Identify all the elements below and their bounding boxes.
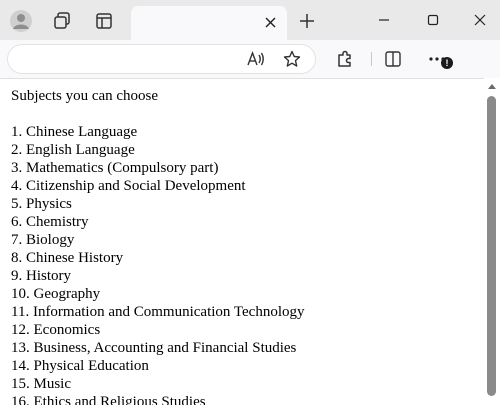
subject-item: 5. Physics <box>11 196 72 212</box>
page-content: Subjects you can choose 1. Chinese Langu… <box>0 78 500 405</box>
tab-actions-icon[interactable] <box>91 8 117 34</box>
maximize-icon[interactable] <box>421 9 445 31</box>
subject-item: 1. Chinese Language <box>11 124 138 140</box>
profile-avatar-icon[interactable] <box>8 8 34 34</box>
address-input[interactable] <box>20 51 230 69</box>
minimize-icon[interactable] <box>372 9 396 31</box>
subject-item: 2. English Language <box>11 142 135 158</box>
subject-item: 6. Chemistry <box>11 214 89 230</box>
new-tab-plus-icon[interactable] <box>296 10 318 32</box>
document: Subjects you can choose 1. Chinese Langu… <box>11 87 304 405</box>
collections-icon[interactable] <box>49 8 75 34</box>
scrollbar-thumb[interactable] <box>487 96 496 396</box>
browser-toolbar <box>0 40 500 78</box>
subject-item: 7. Biology <box>11 232 75 248</box>
extensions-icon[interactable] <box>333 47 357 71</box>
page-heading: Subjects you can choose <box>11 88 159 104</box>
notification-badge: ! <box>441 57 453 69</box>
subject-item: 3. Mathematics (Compulsory part) <box>11 160 219 176</box>
subject-item: 12. Economics <box>11 322 101 338</box>
tab-active[interactable] <box>131 6 287 40</box>
subject-item: 4. Citizenship and Social Development <box>11 178 246 194</box>
subject-item: 9. History <box>11 268 71 284</box>
close-icon[interactable] <box>261 13 279 31</box>
vertical-scrollbar[interactable] <box>484 78 500 405</box>
split-screen-icon[interactable] <box>381 47 405 71</box>
subject-item: 10. Geography <box>11 286 101 302</box>
read-aloud-icon[interactable] <box>244 47 268 71</box>
subject-item: 11. Information and Communication Techno… <box>11 304 305 320</box>
subject-list: 1. Chinese Language 2. English Language … <box>11 123 304 405</box>
subject-item: 8. Chinese History <box>11 250 124 266</box>
address-bar[interactable] <box>7 44 316 74</box>
favorite-star-icon[interactable] <box>280 47 304 71</box>
subject-item: 16. Ethics and Religious Studies <box>11 394 206 405</box>
window-close-icon[interactable] <box>468 9 492 31</box>
subject-item: 14. Physical Education <box>11 358 149 374</box>
scroll-up-arrow-icon[interactable] <box>488 84 496 89</box>
subject-item: 13. Business, Accounting and Financial S… <box>11 340 297 356</box>
toolbar-divider <box>371 52 372 66</box>
subject-item: 15. Music <box>11 376 71 392</box>
title-bar <box>0 0 500 40</box>
